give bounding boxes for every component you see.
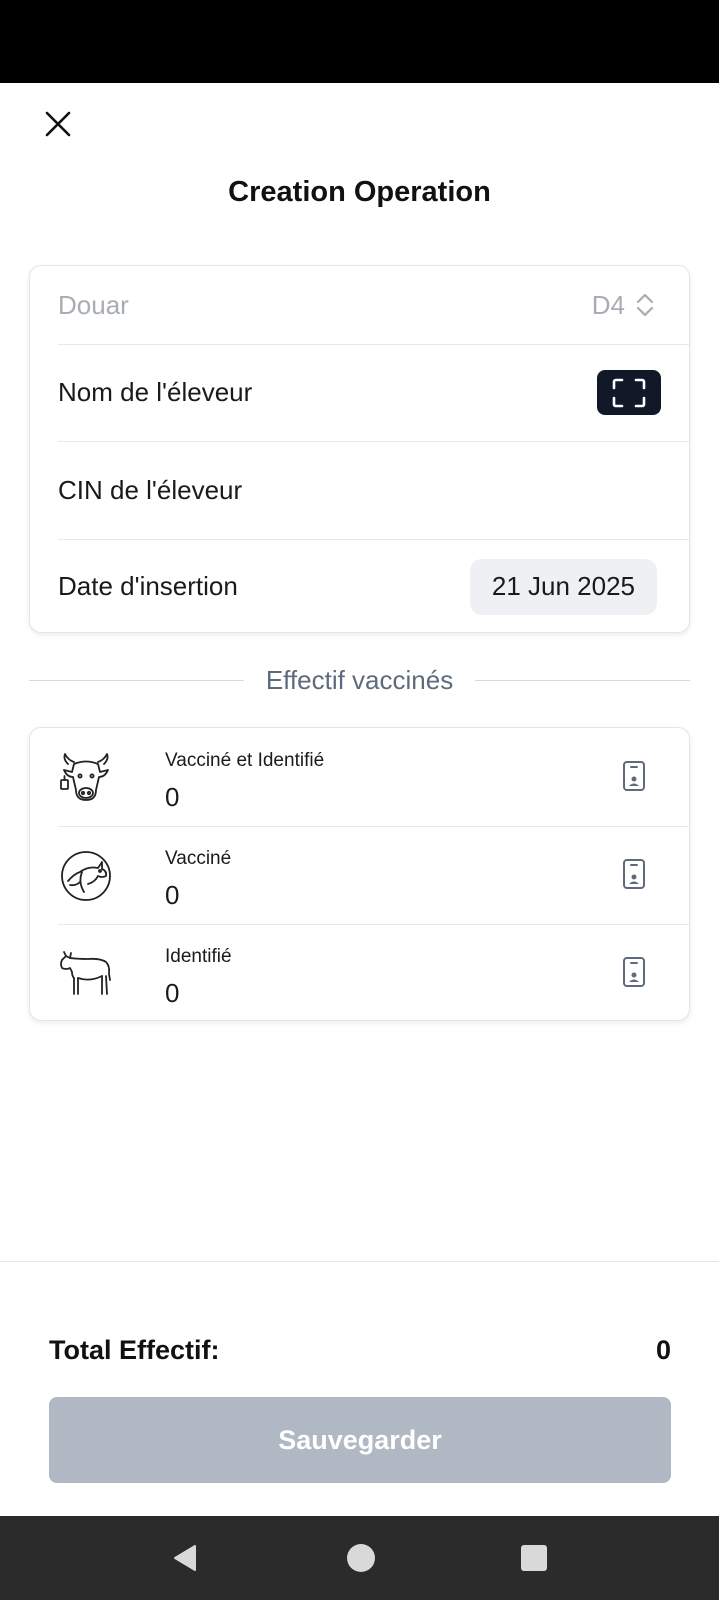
cin-eleveur-field[interactable]: CIN de l'éleveur [58, 441, 689, 540]
scan-button[interactable] [597, 370, 661, 415]
page-title: Creation Operation [228, 176, 491, 208]
list-item-title: Vacciné [165, 848, 232, 869]
list-item-vaccine-identifie: Vacciné et Identifié 0 [58, 728, 689, 827]
id-card-button[interactable] [619, 954, 649, 990]
list-item-vaccine: Vacciné 0 [58, 826, 689, 925]
nav-back-button[interactable] [164, 1536, 208, 1580]
footer-divider [0, 1261, 719, 1262]
list-item-count: 0 [165, 782, 180, 812]
nav-home-button[interactable] [339, 1536, 383, 1580]
list-item-title: Identifié [165, 946, 232, 967]
douar-select[interactable]: Douar D4 [58, 266, 689, 345]
list-item-identifie: Identifié 0 [58, 924, 689, 1022]
back-triangle-icon [174, 1545, 196, 1571]
nom-eleveur-field[interactable]: Nom de l'éleveur [58, 344, 689, 442]
android-nav-bar [0, 1516, 719, 1600]
home-circle-icon [347, 1544, 375, 1572]
douar-value: D4 [591, 289, 625, 320]
tagged-cow-icon [60, 753, 109, 801]
section-title: Effectif vaccinés [265, 664, 454, 695]
save-button[interactable]: Sauvegarder [49, 1397, 671, 1483]
id-card-icon [623, 859, 645, 889]
douar-placeholder: Douar [58, 289, 129, 320]
scan-icon [612, 378, 646, 407]
id-card-button[interactable] [619, 856, 649, 892]
date-insertion-label: Date d'insertion [58, 571, 238, 601]
recents-square-icon [521, 1545, 547, 1571]
cin-eleveur-label: CIN de l'éleveur [58, 474, 243, 505]
nav-recents-button[interactable] [512, 1536, 556, 1580]
date-insertion-row: Date d'insertion 21 Jun 2025 [58, 539, 689, 634]
id-card-button[interactable] [619, 758, 649, 794]
id-card-icon [623, 761, 645, 791]
chevron-updown-icon [636, 293, 654, 317]
list-item-count: 0 [165, 978, 180, 1008]
id-card-icon [623, 957, 645, 987]
separator-line-right [475, 679, 691, 681]
effectif-list-card: Vacciné et Identifié 0 Vacciné 0 Identif… [29, 727, 690, 1021]
section-separator: Effectif vaccinés [29, 660, 691, 700]
status-bar [0, 0, 719, 83]
date-picker-chip[interactable]: 21 Jun 2025 [469, 558, 657, 615]
list-item-count: 0 [165, 880, 180, 910]
douar-value-wrap: D4 [592, 290, 655, 321]
calf-icon [60, 951, 111, 995]
operation-form-card: Douar D4 Nom de l'éleveur CIN de l'éleve… [29, 265, 690, 633]
cow-circle-icon [61, 851, 111, 901]
total-effectif-value: 0 [655, 1335, 671, 1365]
separator-line-left [29, 679, 244, 681]
close-icon [45, 111, 71, 137]
close-button[interactable] [36, 102, 80, 146]
total-effectif-label: Total Effectif: [49, 1335, 220, 1365]
nom-eleveur-label: Nom de l'éleveur [58, 377, 253, 407]
list-item-title: Vacciné et Identifié [165, 750, 325, 771]
